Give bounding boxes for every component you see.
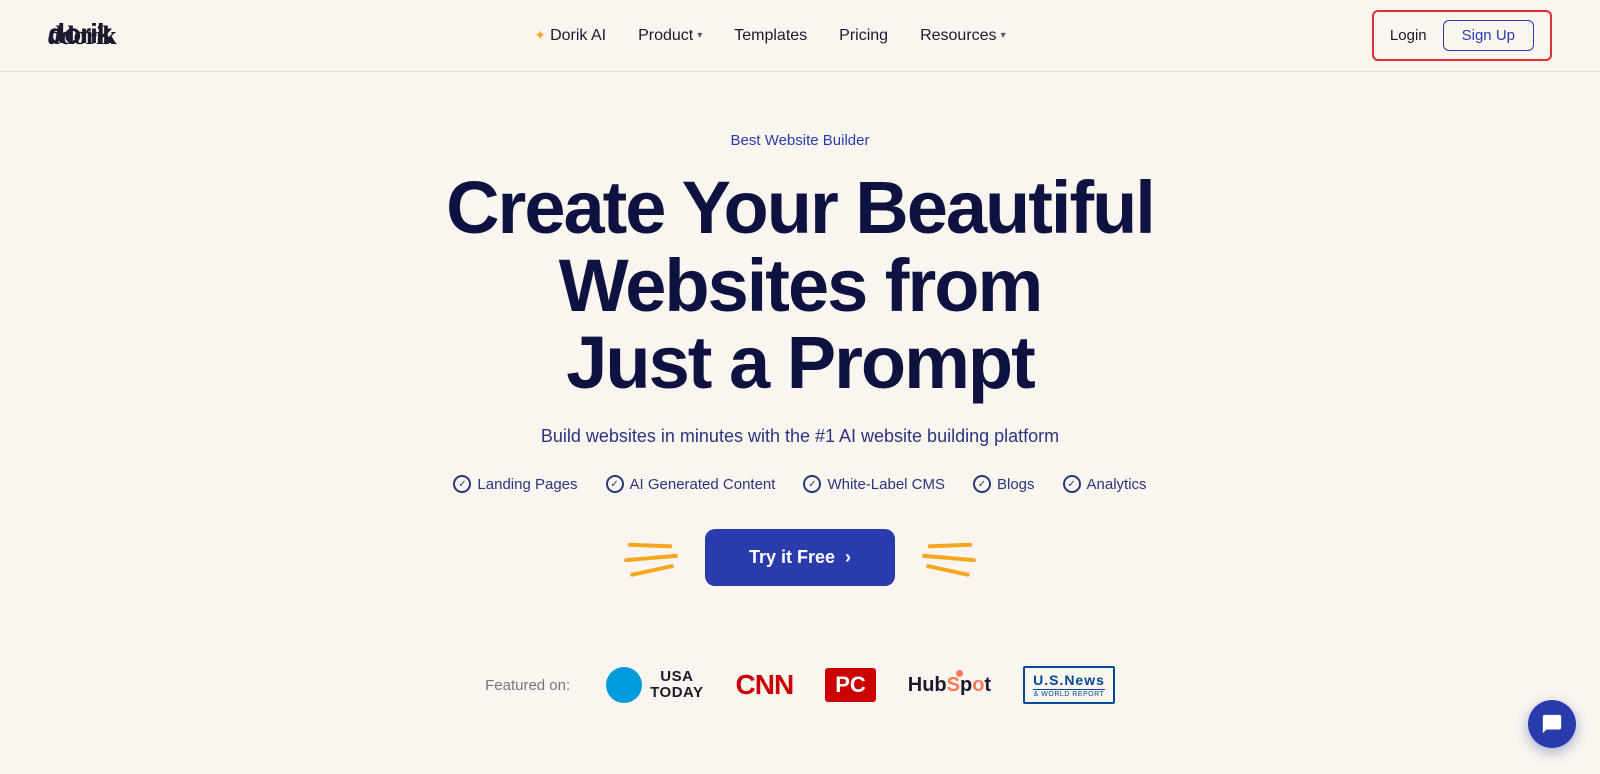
cta-area: Try it Free › xyxy=(621,529,979,586)
navbar: dorik ddorik ✦ Dorik AI Product ▾ Templa… xyxy=(0,0,1600,72)
login-button[interactable]: Login xyxy=(1390,27,1427,44)
hero-section: Best Website Builder Create Your Beautif… xyxy=(0,72,1600,774)
nav-product[interactable]: Product ▾ xyxy=(638,27,702,45)
nav-templates[interactable]: Templates xyxy=(734,27,807,45)
usa-today-text: USATODAY xyxy=(650,669,703,702)
chat-button[interactable] xyxy=(1528,700,1576,748)
hero-subtitle: Build websites in minutes with the #1 AI… xyxy=(541,426,1059,447)
check-icon: ✓ xyxy=(606,475,624,493)
nav-links: ✦ Dorik AI Product ▾ Templates Pricing R… xyxy=(534,27,1005,45)
nav-pricing[interactable]: Pricing xyxy=(839,27,888,45)
nav-resources[interactable]: Resources ▾ xyxy=(920,27,1006,45)
feature-list: ✓ Landing Pages ✓ AI Generated Content ✓… xyxy=(453,475,1146,493)
feature-landing-pages: ✓ Landing Pages xyxy=(453,475,577,493)
feature-whitelabel: ✓ White-Label CMS xyxy=(803,475,945,493)
featured-label: Featured on: xyxy=(485,677,570,694)
logo-cnn: CNN xyxy=(736,669,794,701)
logo-pc: PC xyxy=(825,668,876,702)
cta-right-decoration xyxy=(917,530,981,585)
feature-blogs: ✓ Blogs xyxy=(973,475,1035,493)
logo-hubspot: HubSpot xyxy=(908,674,991,697)
usa-circle-icon xyxy=(606,667,642,703)
cta-left-decoration xyxy=(619,530,683,585)
try-free-button[interactable]: Try it Free › xyxy=(705,529,895,586)
check-icon: ✓ xyxy=(1063,475,1081,493)
featured-logos: USATODAY CNN PC HubSpot U.S.News & WORLD… xyxy=(606,666,1115,704)
check-icon: ✓ xyxy=(803,475,821,493)
logo[interactable]: ddorik xyxy=(48,21,116,51)
nav-auth-area: Login Sign Up xyxy=(1372,10,1552,61)
nav-dorik-ai[interactable]: ✦ Dorik AI xyxy=(534,27,606,45)
resources-chevron-icon: ▾ xyxy=(1001,30,1006,41)
ai-star-icon: ✦ xyxy=(534,27,546,44)
logo-usa-today: USATODAY xyxy=(606,667,703,703)
check-icon: ✓ xyxy=(973,475,991,493)
logo-usnews: U.S.News & WORLD REPORT xyxy=(1023,666,1115,704)
product-chevron-icon: ▾ xyxy=(697,30,702,41)
feature-ai-content: ✓ AI Generated Content xyxy=(606,475,776,493)
arrow-icon: › xyxy=(845,547,851,568)
feature-analytics: ✓ Analytics xyxy=(1063,475,1147,493)
hero-tag: Best Website Builder xyxy=(731,132,870,149)
signup-button[interactable]: Sign Up xyxy=(1443,20,1534,51)
hero-title: Create Your Beautiful Websites from Just… xyxy=(350,169,1250,402)
check-icon: ✓ xyxy=(453,475,471,493)
featured-section: Featured on: USATODAY CNN PC HubSpot U.S… xyxy=(485,646,1115,734)
